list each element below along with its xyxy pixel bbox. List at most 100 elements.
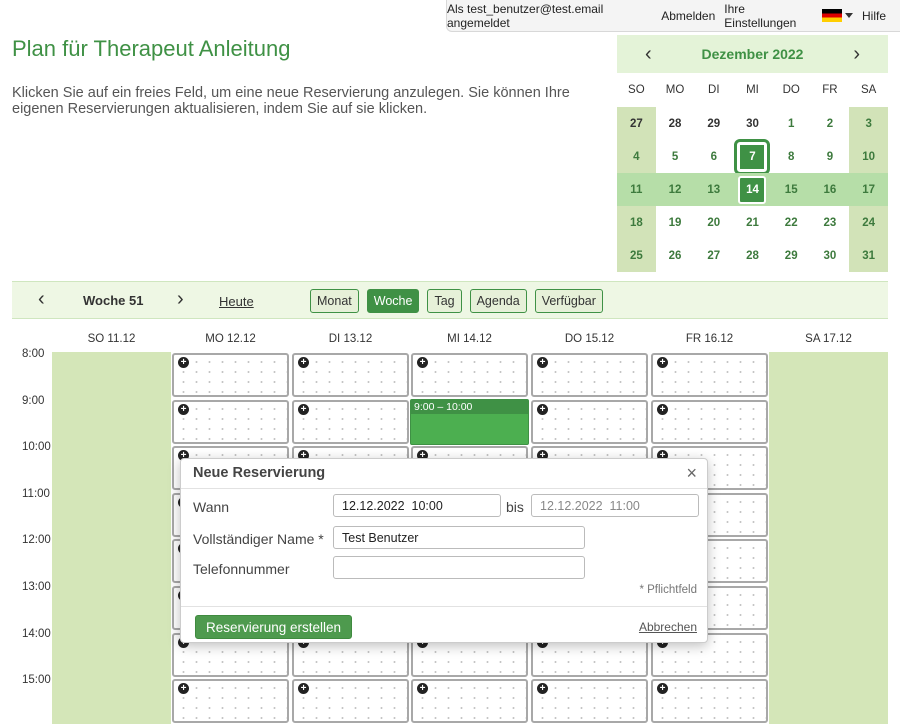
- day-number: 9: [826, 150, 834, 163]
- mini-calendar-day[interactable]: 29: [694, 107, 733, 140]
- full-name-input[interactable]: [333, 526, 585, 549]
- mini-calendar: ‹ Dezember 2022 › SO MO DI MI DO FR SA 27 28 29 30…: [617, 35, 888, 272]
- free-slot[interactable]: +: [651, 399, 768, 444]
- mini-calendar-day[interactable]: 30: [811, 239, 850, 272]
- free-slot[interactable]: +: [411, 679, 528, 724]
- day-number: 27: [629, 117, 643, 130]
- mini-calendar-day[interactable]: 30: [733, 107, 772, 140]
- mini-calendar-day[interactable]: 17: [849, 173, 888, 206]
- mini-calendar-day[interactable]: 8: [772, 140, 811, 173]
- day-number: 19: [668, 216, 682, 229]
- day-number: 3: [865, 117, 872, 130]
- next-week-button[interactable]: ›: [177, 288, 184, 311]
- mini-calendar-day[interactable]: 2: [811, 107, 850, 140]
- mini-calendar-day[interactable]: 1: [772, 107, 811, 140]
- mini-calendar-day[interactable]: 5: [656, 140, 695, 173]
- add-icon: +: [537, 357, 548, 368]
- phone-input[interactable]: [333, 556, 585, 579]
- day-number: 2: [826, 117, 834, 130]
- day-number: 30: [746, 117, 759, 130]
- close-icon[interactable]: ×: [686, 463, 697, 484]
- mini-calendar-day[interactable]: 31: [849, 239, 888, 272]
- time-label: 11:00: [22, 487, 50, 500]
- free-slot[interactable]: +: [172, 679, 289, 724]
- weekday-header: MO: [665, 84, 685, 96]
- free-slot[interactable]: +: [172, 399, 289, 444]
- mini-calendar-day[interactable]: 18: [617, 206, 656, 239]
- prev-month-button[interactable]: ‹: [645, 43, 652, 66]
- free-slot[interactable]: +: [531, 353, 648, 397]
- to-datetime-input[interactable]: [531, 494, 699, 517]
- weekday-header: FR: [822, 84, 838, 96]
- view-button-verfügbar[interactable]: Verfügbar: [534, 289, 603, 313]
- mini-calendar-day[interactable]: 4: [617, 140, 656, 173]
- free-slot[interactable]: +: [172, 353, 289, 397]
- free-slot[interactable]: +: [292, 679, 409, 724]
- free-slot[interactable]: +: [292, 399, 409, 444]
- language-selector[interactable]: [821, 9, 853, 22]
- free-slot[interactable]: +: [531, 679, 648, 724]
- mini-calendar-day[interactable]: 3: [849, 107, 888, 140]
- mini-calendar-day[interactable]: 29: [772, 239, 811, 272]
- next-month-button[interactable]: ›: [853, 43, 860, 66]
- add-icon: +: [178, 403, 189, 415]
- day-number: 23: [823, 216, 837, 229]
- time-label: 10:00: [22, 441, 51, 454]
- settings-link[interactable]: Ihre Einstellungen: [724, 2, 813, 30]
- add-icon: +: [657, 683, 668, 695]
- mini-calendar-day[interactable]: 27: [617, 107, 656, 140]
- view-button-tag[interactable]: Tag: [427, 289, 462, 313]
- create-reservation-button[interactable]: Reservierung erstellen: [195, 615, 353, 639]
- weekday-header: DI: [708, 84, 720, 96]
- logout-link[interactable]: Abmelden: [661, 9, 715, 23]
- mini-calendar-day[interactable]: 11: [617, 173, 656, 206]
- intro-text: Klicken Sie auf ein freies Feld, um eine…: [12, 85, 570, 117]
- free-slot[interactable]: +: [411, 353, 528, 397]
- mini-calendar-day[interactable]: 16: [810, 173, 850, 206]
- mini-calendar-day[interactable]: 12: [655, 173, 695, 206]
- day-number: 20: [707, 216, 721, 229]
- help-link[interactable]: Hilfe: [862, 9, 886, 23]
- mini-calendar-day[interactable]: 7: [733, 138, 772, 175]
- reservation-event[interactable]: 9:00 – 10:00: [410, 399, 529, 445]
- mini-calendar-day[interactable]: 19: [656, 206, 695, 239]
- mini-calendar-day[interactable]: 28: [656, 107, 695, 140]
- mini-calendar-day[interactable]: 25: [617, 239, 656, 272]
- prev-week-button[interactable]: ‹: [38, 288, 45, 311]
- mini-calendar-day[interactable]: 13: [694, 173, 734, 206]
- mini-calendar-day[interactable]: 24: [849, 206, 888, 239]
- mini-calendar-day[interactable]: 28: [733, 239, 772, 272]
- view-button-agenda[interactable]: Agenda: [469, 289, 527, 313]
- free-slot[interactable]: +: [651, 679, 768, 724]
- name-label: Vollständiger Name *: [193, 531, 324, 547]
- free-slot[interactable]: +: [292, 353, 409, 397]
- mini-calendar-day[interactable]: 26: [656, 239, 695, 272]
- mini-calendar-day[interactable]: 22: [772, 206, 811, 239]
- add-icon: +: [657, 357, 668, 368]
- calendar-toolbar: ‹ Woche 51 › Heute Monat Woche Tag Agenda Ve…: [12, 281, 888, 319]
- day-number: 1: [788, 117, 795, 130]
- mini-calendar-day[interactable]: 6: [694, 140, 733, 173]
- mini-calendar-day[interactable]: 10: [849, 140, 888, 173]
- view-button-woche[interactable]: Woche: [366, 289, 420, 313]
- day-number: 7: [734, 138, 771, 175]
- mini-calendar-day[interactable]: 20: [694, 206, 733, 239]
- mini-calendar-day[interactable]: 27: [694, 239, 733, 272]
- mini-calendar-day[interactable]: 23: [811, 206, 850, 239]
- mini-calendar-day[interactable]: 15: [771, 173, 811, 206]
- free-slot[interactable]: +: [651, 353, 768, 397]
- time-label: 9:00: [22, 394, 45, 407]
- view-button-monat[interactable]: Monat: [310, 289, 359, 313]
- day-header: FR 16.12: [685, 333, 734, 345]
- day-number: 18: [629, 216, 643, 229]
- divider: [181, 606, 707, 607]
- cancel-link[interactable]: Abbrechen: [639, 620, 697, 634]
- mini-calendar-day[interactable]: 9: [811, 140, 850, 173]
- mini-calendar-day[interactable]: 21: [733, 206, 772, 239]
- from-datetime-input[interactable]: [333, 494, 501, 517]
- day-number: 4: [633, 150, 640, 163]
- weekend-column: [52, 352, 171, 724]
- mini-calendar-day[interactable]: 14: [733, 173, 772, 206]
- today-link[interactable]: Heute: [219, 294, 254, 309]
- free-slot[interactable]: +: [531, 399, 648, 444]
